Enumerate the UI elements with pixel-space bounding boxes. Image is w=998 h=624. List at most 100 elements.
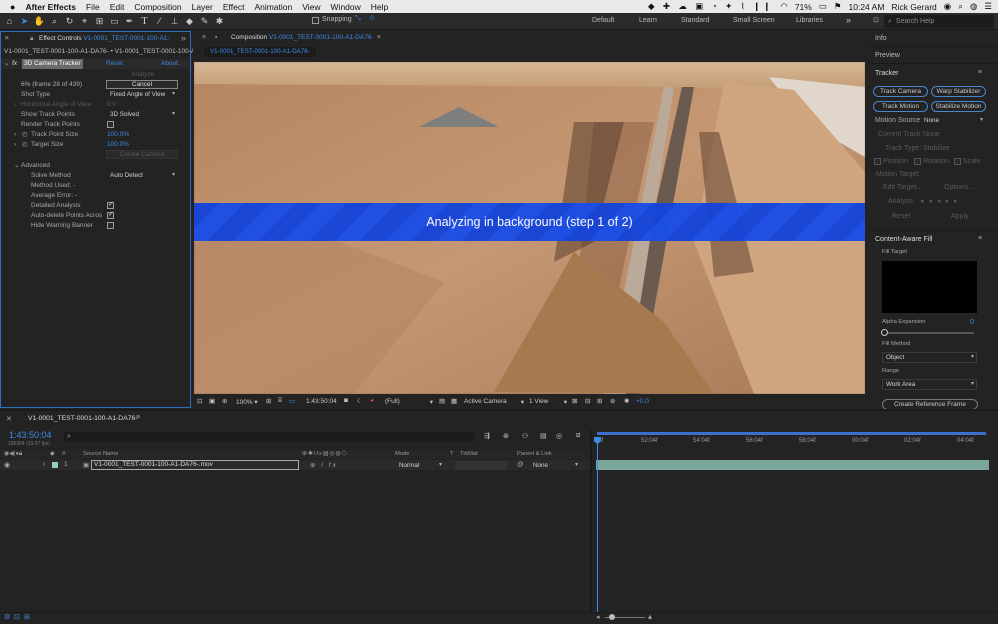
analyze-button[interactable]: Analyze xyxy=(131,70,154,80)
layer-expand-icon[interactable]: › xyxy=(43,461,45,468)
tracker-menu-icon[interactable]: ≡ xyxy=(978,69,982,76)
hide-warning-checkbox[interactable] xyxy=(107,222,114,229)
timeline-tab[interactable]: V1-0001_TEST-0001-100-A1-DA76- xyxy=(28,415,138,422)
resolution-dropdown[interactable]: (Full) ▾ xyxy=(385,398,433,406)
fast-preview-icon[interactable]: ⊟ xyxy=(585,397,590,405)
snapshot-icon[interactable]: ◙ xyxy=(344,397,348,404)
time-ruler[interactable]: 4f 52:04f 54:04f 56:04f 58:04f 00:04f 02… xyxy=(594,436,990,448)
advanced-group[interactable]: Advanced xyxy=(21,161,50,171)
tp-size-value[interactable]: 100.0% xyxy=(107,130,129,140)
tp-size-stopwatch-icon[interactable]: ◴ xyxy=(22,130,28,140)
timeline-close-icon[interactable]: ✕ xyxy=(6,415,12,423)
view-layout-dropdown[interactable]: 1 View ▾ xyxy=(529,398,567,406)
shy-layers-icon[interactable]: ⚇ xyxy=(522,432,528,440)
solve-method-dropdown[interactable]: Auto Detect xyxy=(106,171,178,180)
create-camera-button[interactable]: Create Camera xyxy=(106,150,178,159)
timeline-icon[interactable]: ⊞ xyxy=(597,397,602,405)
current-track-value[interactable]: None xyxy=(923,131,940,138)
status-icons[interactable]: ◆ ✚ ☁ ▣ ◔ ✦ ⌇ ❙❙ xyxy=(648,1,773,12)
timeline-tab-menu-icon[interactable]: ≡ xyxy=(136,414,140,421)
apply-button[interactable]: Apply xyxy=(951,213,969,220)
scale-checkbox[interactable] xyxy=(954,158,961,165)
exposure-icon[interactable]: ✺ xyxy=(624,397,629,405)
type-tool-icon[interactable]: T xyxy=(137,14,152,29)
fill-method-dropdown[interactable]: Object xyxy=(882,352,977,363)
source-name-header[interactable]: Source Name xyxy=(83,450,118,459)
timeline-zoom-handle[interactable] xyxy=(609,614,615,620)
clock[interactable]: 10:24 AM xyxy=(849,2,885,12)
info-panel-header[interactable]: Info xyxy=(868,31,998,47)
draft-3d-icon[interactable]: ⊛ xyxy=(503,432,509,440)
motion-blur-icon[interactable]: ◎ xyxy=(556,432,562,440)
auto-delete-checkbox[interactable] xyxy=(107,210,114,219)
effect-expand-icon[interactable]: ⌄ xyxy=(4,59,9,69)
snap-extra-icon[interactable]: ⟐ xyxy=(369,15,375,23)
app-menu[interactable]: After Effects xyxy=(20,2,81,12)
effect-controls-tab[interactable]: Effect Controls V1-0001_TEST-0001-100-A1… xyxy=(39,33,170,45)
flowchart-icon[interactable]: ⊛ xyxy=(610,397,615,405)
menu-file[interactable]: File xyxy=(81,2,105,12)
spotlight-icon[interactable]: ⌕ xyxy=(958,1,963,12)
snap-options-icon[interactable]: ⤡ xyxy=(355,15,361,23)
menu-edit[interactable]: Edit xyxy=(105,2,130,12)
user-name[interactable]: Rick Gerard xyxy=(891,2,936,12)
layer-visibility-icon[interactable]: ◉ xyxy=(4,461,10,469)
cancel-button[interactable]: Cancel xyxy=(106,80,178,89)
track-motion-button[interactable]: Track Motion xyxy=(873,101,928,112)
hav-expand-icon[interactable]: › xyxy=(14,100,16,110)
rotation-checkbox[interactable] xyxy=(914,158,921,165)
user-avatar-icon[interactable]: ◉ xyxy=(944,1,951,12)
zoom-dropdown[interactable]: 100% ▾ xyxy=(236,398,258,406)
camera-tool-icon[interactable]: ⌖ xyxy=(77,14,92,29)
detailed-analysis-checkbox[interactable] xyxy=(107,200,114,209)
menu-help[interactable]: Help xyxy=(366,2,393,12)
parent-pickwhip-icon[interactable]: @ xyxy=(517,461,524,468)
range-dropdown[interactable]: Work Area xyxy=(882,379,977,390)
options-button[interactable]: Options... xyxy=(944,184,974,191)
stabilize-motion-button[interactable]: Stabilize Motion xyxy=(931,101,986,112)
current-time-display[interactable]: 1:43:50:04 xyxy=(306,398,337,405)
flag-icon[interactable]: ⚑ xyxy=(834,1,842,12)
menu-effect[interactable]: Effect xyxy=(218,2,250,12)
workspace-standard[interactable]: Standard xyxy=(681,17,709,24)
edit-target-button[interactable]: Edit Target... xyxy=(883,184,922,191)
zoom-tool-icon[interactable]: ⌕ xyxy=(47,14,62,29)
target-size-stopwatch-icon[interactable]: ◴ xyxy=(22,140,28,150)
reset-button[interactable]: Reset xyxy=(892,213,910,220)
composition-viewer[interactable]: Analyzing in background (step 1 of 2) xyxy=(194,62,865,394)
render-track-points-checkbox[interactable] xyxy=(107,121,114,128)
work-area-bar[interactable] xyxy=(597,432,986,435)
comp-panel-menu-icon[interactable]: ≡ xyxy=(202,32,206,44)
layer-mode-dropdown[interactable]: Normal xyxy=(395,461,445,470)
roto-brush-tool-icon[interactable]: ✎ xyxy=(197,14,212,29)
search-expand-icon[interactable]: ⊡ xyxy=(873,16,879,24)
shot-type-dropdown[interactable]: Fixed Angle of View xyxy=(106,90,178,99)
comp-flowchart-icon[interactable]: ⇶ xyxy=(484,432,490,440)
layer-name[interactable]: V1-0001_TEST-0001-100-A1-DA76-.mov xyxy=(91,460,299,470)
transfer-controls-icon[interactable]: ⊡ xyxy=(14,613,20,621)
toggle-region-icon[interactable]: ▦ xyxy=(451,397,457,405)
panel-overflow-icon[interactable]: » xyxy=(181,32,186,44)
alpha-expansion-slider-track[interactable] xyxy=(882,332,974,334)
lock-icon[interactable]: 🔒︎ xyxy=(30,33,33,45)
show-track-points-dropdown[interactable]: 3D Solved xyxy=(106,110,178,119)
comp-subtab[interactable]: V1-0001_TEST-0001-100-A1-DA76- xyxy=(204,47,316,57)
comp-lock-icon[interactable]: ▪ xyxy=(215,32,217,44)
region-icon[interactable]: ▣ xyxy=(209,397,215,405)
pen-tool-icon[interactable]: ✒ xyxy=(122,14,137,29)
zoom-out-icon[interactable]: ◂ xyxy=(596,613,600,621)
warp-stabilizer-button[interactable]: Warp Stabilizer xyxy=(931,86,986,97)
color-channel-icon[interactable]: ◕ xyxy=(370,397,374,404)
pixel-aspect-icon[interactable]: ⊠ xyxy=(572,397,577,405)
trkmat-dropdown[interactable] xyxy=(455,461,507,470)
tp-size-expand-icon[interactable]: › xyxy=(14,130,16,140)
track-camera-button[interactable]: Track Camera xyxy=(873,86,928,97)
workspace-more-icon[interactable]: » xyxy=(846,15,851,25)
siri-icon[interactable]: ◍ xyxy=(970,1,977,12)
notification-icon[interactable]: ☰ xyxy=(984,1,992,12)
target-size-value[interactable]: 100.0% xyxy=(107,140,129,150)
workspace-small-screen[interactable]: Small Screen xyxy=(733,17,775,24)
camera-view-dropdown[interactable]: Active Camera ▾ xyxy=(464,398,524,406)
snapping-checkbox[interactable] xyxy=(312,17,319,24)
puppet-tool-icon[interactable]: ✱ xyxy=(212,14,227,29)
